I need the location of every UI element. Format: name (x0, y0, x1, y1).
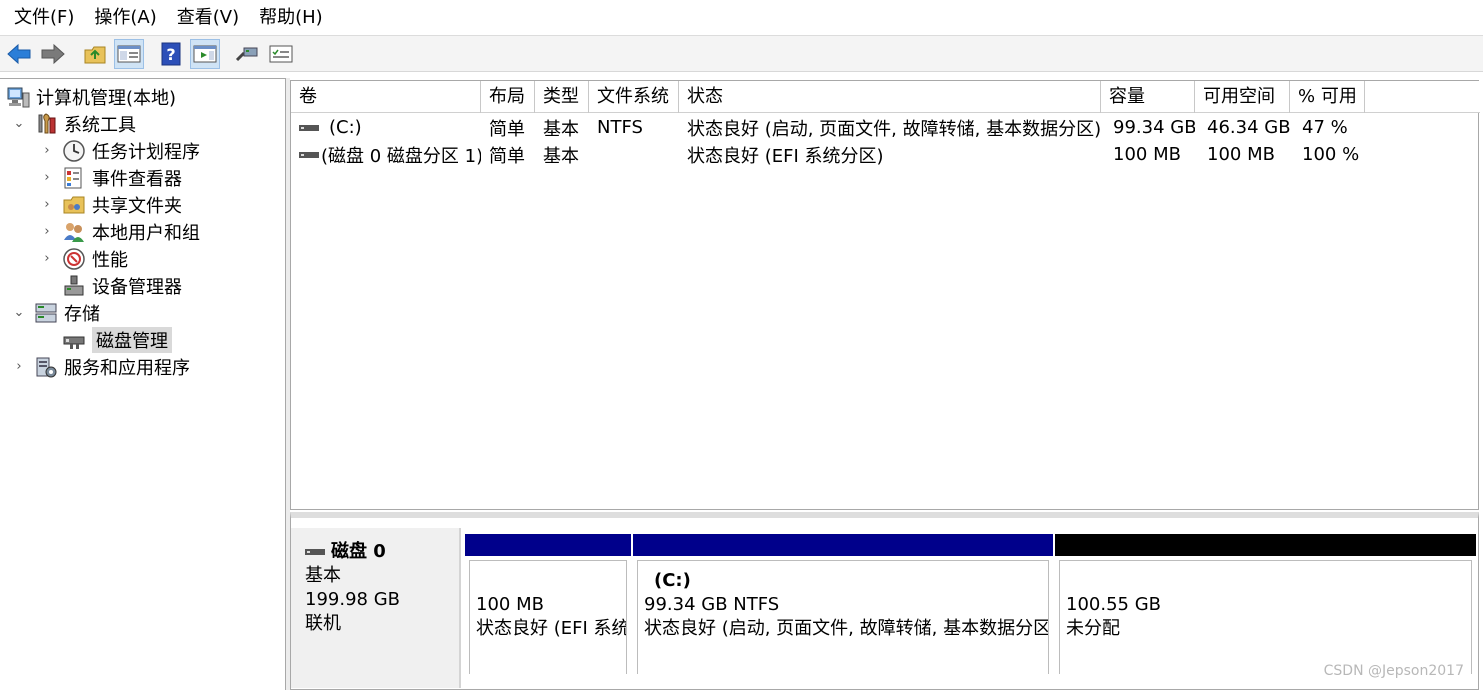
volume-list-header: 卷 布局 类型 文件系统 状态 容量 可用空间 % 可用 (291, 81, 1480, 113)
services-apps-icon (34, 355, 58, 379)
chevron-down-icon[interactable]: ⌄ (12, 116, 26, 131)
system-tools-icon (34, 112, 58, 136)
disk-type: 基本 (305, 565, 341, 586)
partition-bar (465, 534, 631, 556)
column-header-filesystem[interactable]: 文件系统 (589, 81, 679, 113)
volume-drive-icon (299, 144, 319, 165)
partition-name: (C:) (654, 570, 691, 591)
performance-gauge-icon (62, 247, 86, 271)
chevron-right-icon[interactable]: › (12, 359, 26, 374)
column-header-percent-free[interactable]: % 可用 (1290, 81, 1365, 113)
up-folder-icon[interactable] (80, 39, 110, 69)
tree-item-shared-folders[interactable]: › 共享文件夹 (40, 191, 182, 218)
partition-name (1066, 569, 1465, 593)
partition-size: 100.55 GB (1066, 594, 1162, 615)
partition-size: 100 MB (476, 594, 544, 615)
chevron-down-icon[interactable]: ⌄ (12, 305, 26, 320)
column-header-layout[interactable]: 布局 (481, 81, 535, 113)
back-arrow-icon[interactable] (4, 39, 34, 69)
partition-status: 未分配 (1066, 618, 1120, 639)
device-manager-icon (62, 274, 86, 298)
partition-status: 状态良好 (EFI 系统 (476, 618, 627, 639)
volume-drive-icon (299, 117, 321, 138)
tree-item-device-manager[interactable]: 设备管理器 (62, 272, 182, 299)
tree-item-services-apps[interactable]: › 服务和应用程序 (12, 353, 190, 380)
svg-text:?: ? (166, 45, 175, 64)
menu-file[interactable]: 文件(F) (4, 0, 84, 36)
menu-view[interactable]: 查看(V) (167, 0, 249, 36)
partition-status: 状态良好 (启动, 页面文件, 故障转储, 基本数据分区 (644, 618, 1049, 639)
partition-efi[interactable]: 100 MB 状态良好 (EFI 系统 (465, 534, 631, 674)
clock-icon (62, 139, 86, 163)
disk-management-icon (62, 328, 86, 352)
users-group-icon (62, 220, 86, 244)
disk-connect-icon[interactable] (232, 39, 262, 69)
chevron-right-icon[interactable]: › (40, 143, 54, 158)
disk-map: 磁盘 0 基本 199.98 GB 联机 100 MB 状态良好 (EFI 系统… (290, 512, 1479, 690)
tree-item-event-viewer[interactable]: › 事件查看器 (40, 164, 182, 191)
table-row[interactable]: (磁盘 0 磁盘分区 1) 简单 基本 状态良好 (EFI 系统分区) 100 … (291, 141, 1365, 168)
partition-c[interactable]: (C:) 99.34 GB NTFS 状态良好 (启动, 页面文件, 故障转储,… (633, 534, 1053, 674)
storage-icon (34, 301, 58, 325)
properties-icon[interactable] (266, 39, 296, 69)
menu-bar: 文件(F) 操作(A) 查看(V) 帮助(H) (0, 0, 1483, 36)
table-row[interactable]: (C:) 简单 基本 NTFS 状态良好 (启动, 页面文件, 故障转储, 基本… (291, 114, 1365, 141)
disk-0-info[interactable]: 磁盘 0 基本 199.98 GB 联机 (291, 528, 461, 688)
column-header-status[interactable]: 状态 (679, 81, 1101, 113)
partition-unallocated[interactable]: 100.55 GB 未分配 (1055, 534, 1476, 674)
disk-size: 199.98 GB (305, 589, 401, 610)
partition-size: 99.34 GB NTFS (644, 594, 780, 615)
shared-folder-icon (62, 193, 86, 217)
tree-item-computer-management[interactable]: 计算机管理(本地) (6, 83, 176, 110)
column-header-volume[interactable]: 卷 (291, 81, 481, 113)
disk-name: 磁盘 0 (331, 541, 386, 562)
help-icon[interactable]: ? (156, 39, 186, 69)
tree-item-task-scheduler[interactable]: › 任务计划程序 (40, 137, 200, 164)
tree-item-local-users[interactable]: › 本地用户和组 (40, 218, 200, 245)
tree-item-disk-management[interactable]: 磁盘管理 (62, 326, 172, 353)
disk-state: 联机 (305, 613, 341, 634)
action-pane-icon[interactable] (190, 38, 220, 69)
partition-name (476, 569, 620, 593)
tree-item-system-tools[interactable]: ⌄ 系统工具 (12, 110, 136, 137)
chevron-right-icon[interactable]: › (40, 224, 54, 239)
column-header-type[interactable]: 类型 (535, 81, 589, 113)
event-viewer-icon (62, 166, 86, 190)
column-header-free-space[interactable]: 可用空间 (1195, 81, 1290, 113)
menu-help[interactable]: 帮助(H) (249, 0, 333, 36)
console-tree: 计算机管理(本地) ⌄ 系统工具 › 任务计划程序 › 事件查看器 › 共享文件… (0, 78, 286, 690)
chevron-right-icon[interactable]: › (40, 197, 54, 212)
menu-action[interactable]: 操作(A) (84, 0, 166, 36)
watermark: CSDN @Jepson2017 (1323, 663, 1464, 679)
toolbar: ? (0, 36, 1483, 72)
chevron-right-icon[interactable]: › (40, 170, 54, 185)
disk-drive-icon (305, 540, 327, 564)
tree-item-performance[interactable]: › 性能 (40, 245, 128, 272)
volume-list: 卷 布局 类型 文件系统 状态 容量 可用空间 % 可用 (C:) 简单 基本 … (290, 80, 1480, 510)
chevron-right-icon[interactable]: › (40, 251, 54, 266)
tree-item-storage[interactable]: ⌄ 存储 (12, 299, 100, 326)
partition-bar (1055, 534, 1476, 556)
console-tree-icon[interactable] (114, 38, 144, 69)
column-header-capacity[interactable]: 容量 (1101, 81, 1195, 113)
partition-bar (633, 534, 1053, 556)
forward-arrow-icon[interactable] (38, 39, 68, 69)
computer-management-icon (6, 85, 30, 109)
